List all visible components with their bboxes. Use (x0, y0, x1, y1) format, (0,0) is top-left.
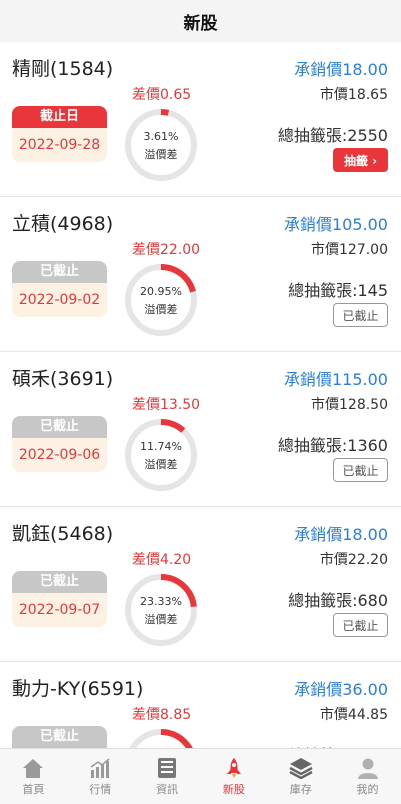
home-icon (21, 757, 45, 779)
status-label: 已截止 (12, 571, 107, 593)
spread-percent: 11.74% (140, 440, 182, 453)
stock-card[interactable]: 精剛(1584) 承銷價18.00 市價18.65 差價0.65 截止日 2022-09-… (0, 42, 401, 197)
stock-name: 凱鈺(5468) (12, 523, 114, 545)
spread-percent: 23.33% (140, 595, 182, 608)
tab-label: 庫存 (289, 783, 312, 796)
gauge-track (125, 419, 197, 491)
spread-gauge-svg (125, 264, 197, 336)
status-badge: 截止日 2022-09-28 (12, 106, 107, 162)
spread-gauge: 3.61% 溢價差 (124, 108, 198, 182)
ipo-list: 精剛(1584) 承銷價18.00 市價18.65 差價0.65 截止日 2022-09-… (0, 42, 401, 748)
spread-gauge: 11.74% 溢價差 (124, 418, 198, 492)
spread-percent: 20.95% (140, 285, 182, 298)
closed-button[interactable]: 已截止 (333, 303, 388, 327)
status-label: 截止日 (12, 106, 107, 128)
layers-icon (289, 757, 313, 780)
underwriting-price: 承銷價18.00 (294, 60, 388, 79)
tab-label: 首頁 (22, 783, 45, 796)
price-difference: 差價0.65 (132, 87, 192, 103)
tab-label: 資訊 (156, 783, 179, 796)
tab-label: 行情 (89, 783, 112, 796)
spread-gauge: 20.95% 溢價差 (124, 263, 198, 337)
total-lots: 總抽籤張:1360 (277, 436, 388, 455)
total-lots: 總抽籤張:145 (288, 281, 388, 300)
status-label: 已截止 (12, 416, 107, 438)
price-difference: 差價22.00 (132, 242, 201, 258)
bottom-tab-bar: 首頁 行情 資訊 新股 庫存 我的 (0, 748, 401, 804)
status-badge: 已截止 2022-09-06 (12, 416, 107, 472)
closed-button[interactable]: 已截止 (333, 458, 388, 482)
gauge-track (125, 109, 197, 181)
underwriting-price: 承銷價36.00 (294, 680, 388, 699)
market-price: 市價22.20 (319, 552, 388, 568)
spread-gauge-svg (125, 729, 197, 748)
deadline-date: 2022-09-06 (12, 438, 107, 472)
price-difference: 差價4.20 (132, 552, 192, 568)
status-label: 已截止 (12, 261, 107, 283)
spread-label: 溢價差 (144, 613, 178, 626)
stock-card[interactable]: 凱鈺(5468) 承銷價18.00 市價22.20 差價4.20 已截止 2022-09-… (0, 507, 401, 662)
stock-name: 精剛(1584) (12, 58, 114, 80)
underwriting-price: 承銷價105.00 (284, 215, 388, 234)
spread-label: 溢價差 (144, 458, 178, 471)
deadline-date: 2022-09-28 (12, 128, 107, 162)
stock-name: 立積(4968) (12, 213, 114, 235)
spread-label: 溢價差 (144, 148, 178, 161)
chart-icon (88, 757, 112, 779)
stock-card[interactable]: 立積(4968) 承銷價105.00 市價127.00 差價22.00 已截止 2022-… (0, 197, 401, 352)
total-lots: 總抽籤張:2550 (277, 126, 388, 145)
spread-gauge (124, 728, 198, 748)
spread-gauge: 23.33% 溢價差 (124, 573, 198, 647)
market-price: 市價18.65 (319, 87, 388, 103)
market-price: 市價44.85 (319, 707, 388, 723)
status-badge: 已截止 2022-09-02 (12, 261, 107, 317)
spread-label: 溢價差 (144, 303, 178, 316)
spread-gauge-svg (125, 419, 197, 491)
stock-card[interactable]: 碩禾(3691) 承銷價115.00 市價128.50 差價13.50 已截止 2022-… (0, 352, 401, 507)
tab-chart[interactable]: 行情 (67, 749, 134, 804)
closed-button[interactable]: 已截止 (333, 613, 388, 637)
tab-rocket[interactable]: 新股 (200, 749, 267, 804)
status-badge: 已截止 (12, 726, 107, 748)
spread-percent: 3.61% (143, 130, 179, 143)
spread-gauge-svg (125, 109, 197, 181)
price-difference: 差價13.50 (132, 397, 201, 413)
tab-news[interactable]: 資訊 (134, 749, 201, 804)
tab-layers[interactable]: 庫存 (267, 749, 334, 804)
rocket-icon (222, 757, 246, 779)
tab-label: 新股 (222, 783, 245, 796)
underwriting-price: 承銷價115.00 (284, 370, 388, 389)
page-title: 新股 (0, 0, 401, 42)
status-label: 已截止 (12, 726, 107, 748)
total-lots: 總抽籤張:680 (288, 591, 388, 610)
market-price: 市價127.00 (311, 242, 388, 258)
underwriting-price: 承銷價18.00 (294, 525, 388, 544)
draw-lottery-button[interactable]: 抽籤 › (333, 148, 388, 172)
deadline-date: 2022-09-07 (12, 593, 107, 627)
spread-gauge-svg (125, 574, 197, 646)
status-badge: 已截止 2022-09-07 (12, 571, 107, 627)
stock-name: 動力-KY(6591) (12, 678, 144, 700)
user-icon (356, 757, 380, 779)
tab-label: 我的 (356, 783, 379, 796)
stock-name: 碩禾(3691) (12, 368, 114, 390)
stock-card[interactable]: 動力-KY(6591)承銷價36.00市價44.85差價8.85已截止總抽籤張:… (0, 662, 401, 748)
deadline-date: 2022-09-02 (12, 283, 107, 317)
tab-home[interactable]: 首頁 (0, 749, 67, 804)
price-difference: 差價8.85 (132, 707, 192, 723)
news-icon (155, 757, 179, 779)
tab-user[interactable]: 我的 (334, 749, 401, 804)
market-price: 市價128.50 (311, 397, 388, 413)
